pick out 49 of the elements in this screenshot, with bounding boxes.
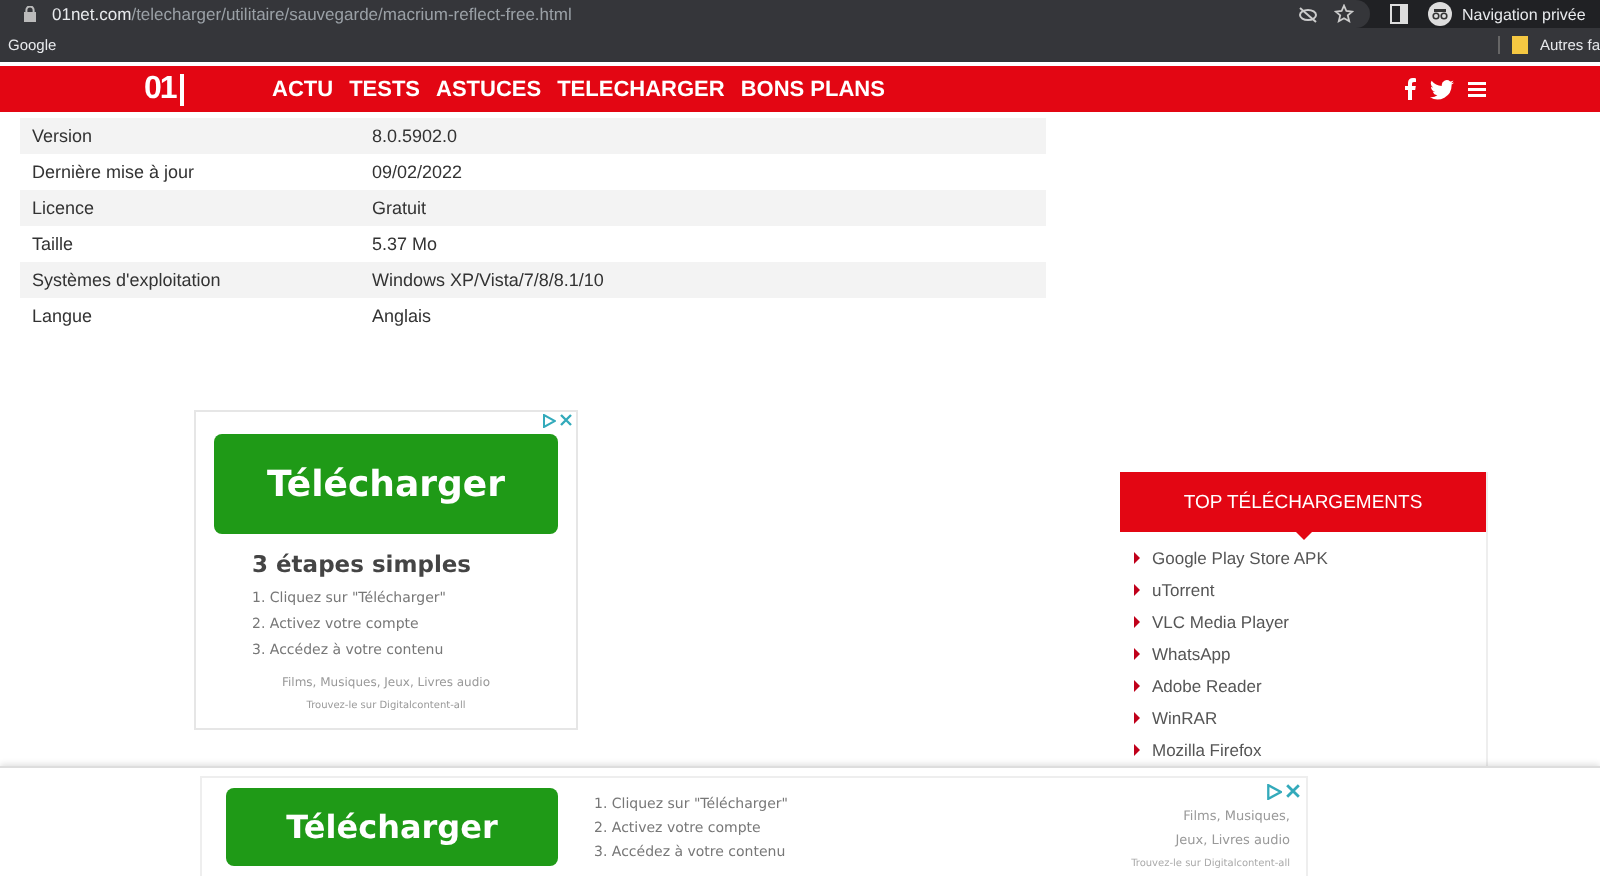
nav-link[interactable]: TELECHARGER (557, 77, 725, 101)
site-logo[interactable]: 01 (144, 73, 184, 105)
bullet-icon (1134, 712, 1140, 724)
bullet-icon (1134, 648, 1140, 660)
twitter-icon[interactable] (1430, 79, 1454, 99)
nav-link[interactable]: ASTUCES (436, 77, 542, 101)
facebook-icon[interactable] (1404, 78, 1416, 100)
spec-value: 5.37 Mo (372, 234, 438, 254)
bullet-icon (1134, 552, 1140, 564)
spec-value: 09/02/2022 (372, 162, 463, 182)
profile-label[interactable]: Navigation privée (1462, 5, 1586, 23)
download-link[interactable]: uTorrent (1152, 580, 1215, 600)
spec-label: Licence (30, 198, 97, 218)
nav-link[interactable]: BONS PLANS (740, 77, 885, 101)
bullet-icon (1134, 584, 1140, 596)
star-icon[interactable] (1334, 4, 1354, 24)
nav-link[interactable]: TESTS (349, 77, 421, 101)
folder-icon (1511, 36, 1528, 54)
bullet-icon (1134, 616, 1140, 628)
download-button[interactable]: Télécharger (214, 434, 558, 534)
lock-icon (24, 6, 36, 22)
ad-play-icon[interactable] (1266, 784, 1282, 800)
spec-label: Langue (30, 306, 95, 326)
download-link[interactable]: Mozilla Firefox (1152, 740, 1262, 760)
nav-link[interactable]: ACTU (272, 77, 334, 101)
download-link[interactable]: WhatsApp (1152, 644, 1231, 664)
close-icon[interactable] (560, 414, 572, 426)
menu-icon[interactable] (1468, 80, 1486, 98)
ad-heading: 3 étapes simples (252, 550, 474, 578)
download-link[interactable]: Google Play Store APK (1152, 548, 1328, 568)
panel-title: TOP TÉLÉCHARGEMENTS (1183, 491, 1423, 513)
spec-label: Version (30, 126, 95, 146)
download-button[interactable]: Télécharger (226, 788, 558, 866)
spec-label: Dernière mise à jour (30, 162, 197, 182)
spec-value: 8.0.5902.0 (372, 126, 458, 146)
spec-label: Taille (30, 234, 76, 254)
eye-off-icon[interactable] (1298, 5, 1318, 23)
download-link[interactable]: WinRAR (1152, 708, 1218, 728)
spec-value: Windows XP/Vista/7/8/8.1/10 (372, 270, 604, 290)
bullet-icon (1134, 744, 1140, 756)
spec-label: Systèmes d'exploitation (30, 270, 223, 290)
bullet-icon (1134, 680, 1140, 692)
spec-value: Anglais (372, 306, 432, 326)
download-link[interactable]: VLC Media Player (1152, 612, 1290, 632)
ad-play-icon[interactable] (542, 414, 556, 428)
download-link[interactable]: Adobe Reader (1152, 676, 1262, 696)
spec-value: Gratuit (372, 198, 427, 218)
close-icon[interactable] (1286, 784, 1300, 798)
sidebar-icon[interactable] (1390, 4, 1408, 24)
